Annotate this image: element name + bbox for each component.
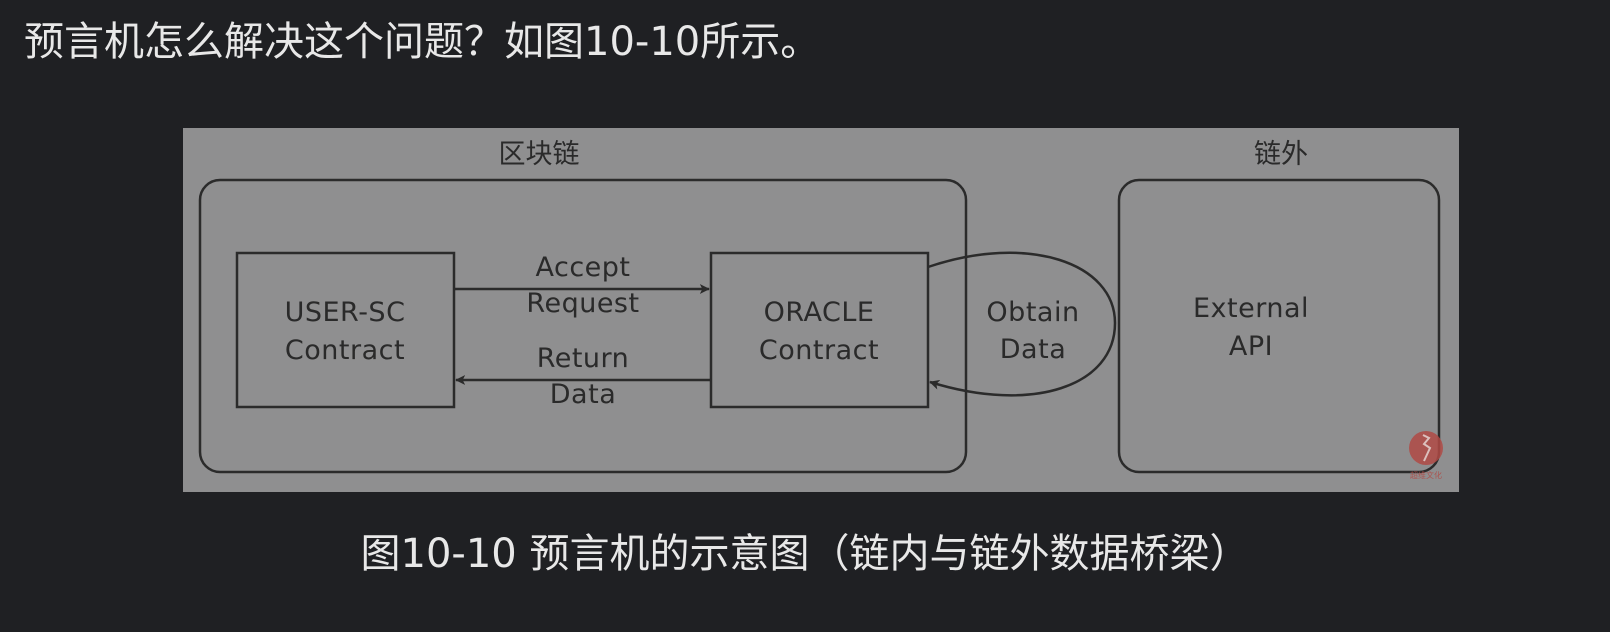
region-label-offchain: 链外 — [1254, 139, 1308, 170]
region-label-onchain: 区块链 — [499, 139, 580, 170]
question-text: 预言机怎么解决这个问题？如图10-10所示。 — [24, 19, 821, 65]
user-sc-contract-box — [235, 251, 456, 409]
oracle-label-line2: Contract — [759, 335, 879, 366]
user-sc-label-line2: Contract — [285, 335, 405, 366]
figure-caption: 图10-10 预言机的示意图（链内与链外数据桥梁） — [360, 531, 1250, 577]
accept-request-label-line1: Accept — [535, 252, 630, 283]
external-api-label-line1: External — [1193, 293, 1309, 324]
offchain-region — [1117, 178, 1441, 474]
return-data-label-line1: Return — [537, 343, 630, 374]
watermark-text: 超维文化 — [1410, 470, 1442, 480]
oracle-diagram: 区块链 链外 USER-SC Contract ORACLE Contract … — [183, 128, 1459, 492]
watermark-logo: 超维文化 — [1409, 431, 1443, 480]
return-data-label-line2: Data — [550, 379, 616, 410]
oracle-label-line1: ORACLE — [764, 297, 875, 328]
oracle-contract-box — [709, 251, 930, 409]
accept-request-label-line2: Request — [526, 288, 639, 319]
external-api-label-line2: API — [1229, 331, 1273, 362]
user-sc-label-line1: USER-SC — [285, 297, 406, 328]
obtain-data-label-line2: Data — [1000, 334, 1066, 365]
obtain-data-label-line1: Obtain — [986, 297, 1079, 328]
